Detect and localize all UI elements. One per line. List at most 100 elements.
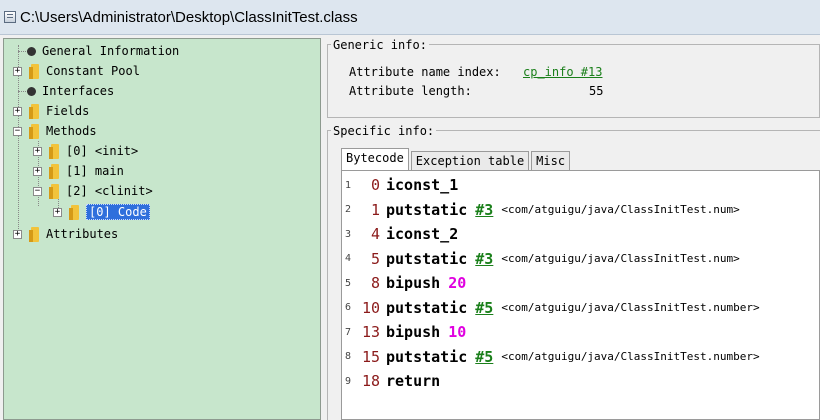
expand-icon[interactable]: + (33, 166, 42, 176)
attribute-name-index-label: Attribute name index: (349, 65, 501, 79)
folder-icon (28, 123, 42, 139)
opcode: putstatic (386, 347, 468, 366)
expand-icon[interactable]: + (53, 207, 62, 217)
line-number: 4 (344, 253, 352, 264)
opcode: putstatic (386, 298, 468, 317)
tab-bar: Bytecode Exception table Misc (341, 148, 572, 170)
immediate-operand: 10 (448, 323, 467, 341)
opcode: putstatic (386, 249, 468, 268)
opcode: iconst_1 (386, 176, 459, 194)
constant-pool-ref-link[interactable]: #3 (475, 201, 493, 219)
line-number: 9 (344, 375, 352, 387)
tree-item-label: Fields (46, 104, 90, 118)
bytecode-line: 4 5 putstatic #3 <com/atguigu/java/ClassInit… (342, 248, 740, 270)
tree-item-constant-pool[interactable]: + Constant Pool (13, 62, 140, 80)
instruction-offset: 15 (361, 347, 380, 366)
line-number: 7 (344, 326, 352, 338)
opcode: bipush (386, 323, 441, 341)
instruction-offset: 18 (361, 372, 380, 390)
class-structure-tree[interactable]: General Information + Constant Pool Inte… (3, 38, 321, 420)
tree-item-label: Attributes (46, 227, 119, 241)
bytecode-line: 7 13 bipush 10 (342, 321, 466, 343)
expand-icon[interactable]: + (13, 66, 22, 76)
opcode: return (386, 372, 441, 390)
window-title: C:\Users\Administrator\Desktop\ClassInit… (20, 8, 358, 26)
tab-misc[interactable]: Misc (531, 151, 571, 170)
bytecode-line: 8 15 putstatic #5 <com/atguigu/java/ClassIni… (342, 346, 760, 368)
generic-info-title: Generic info: (331, 38, 429, 52)
instruction-offset: 13 (361, 323, 380, 341)
bytecode-line: 9 18 return (342, 370, 440, 392)
instruction-offset: 10 (361, 298, 380, 317)
opcode: putstatic (386, 200, 468, 219)
line-number: 2 (344, 204, 352, 215)
line-number: 3 (344, 228, 352, 240)
folder-icon (68, 204, 82, 220)
instruction-offset: 5 (370, 249, 380, 268)
folder-icon (48, 143, 62, 159)
tree-item-method-main[interactable]: + [1] main (33, 162, 124, 180)
tree-item-code[interactable]: + [0] Code (53, 203, 150, 221)
operand-comment: <com/atguigu/java/ClassInitTest.number> (501, 350, 760, 363)
constant-pool-ref-link[interactable]: #3 (475, 250, 493, 268)
tree-item-fields[interactable]: + Fields (13, 102, 89, 120)
tree-item-label: Interfaces (42, 84, 115, 98)
tree-item-attributes[interactable]: + Attributes (13, 225, 118, 243)
tree-item-label: [1] main (66, 164, 124, 178)
bytecode-line: 2 1 putstatic #3 <com/atguigu/java/ClassInit… (342, 199, 740, 221)
tree-item-method-clinit[interactable]: − [2] <clinit> (33, 182, 153, 200)
detail-pane: Generic info: Attribute name index: cp_i… (327, 38, 820, 420)
bytecode-line: 3 4 iconst_2 (342, 223, 458, 245)
tab-bytecode[interactable]: Bytecode (341, 148, 409, 170)
folder-icon (28, 226, 42, 242)
title-bar: C:\Users\Administrator\Desktop\ClassInit… (0, 0, 820, 35)
expand-icon[interactable]: + (13, 229, 22, 239)
tree-item-interfaces[interactable]: Interfaces (13, 82, 114, 100)
constant-pool-ref-link[interactable]: #5 (475, 299, 493, 317)
folder-icon (48, 163, 62, 179)
operand-comment: <com/atguigu/java/ClassInitTest.num> (501, 203, 740, 216)
operand-comment: <com/atguigu/java/ClassInitTest.num> (501, 252, 740, 265)
instruction-offset: 4 (370, 225, 380, 243)
expand-icon[interactable]: + (33, 146, 42, 156)
bytecode-line: 1 0 iconst_1 (342, 174, 458, 196)
instruction-offset: 0 (370, 176, 380, 194)
attribute-length-label: Attribute length: (349, 84, 472, 98)
line-number: 6 (344, 302, 352, 313)
tree-item-label-selected: [0] Code (86, 204, 150, 220)
bullet-icon (27, 46, 36, 56)
instruction-offset: 1 (370, 200, 380, 219)
instruction-offset: 8 (370, 274, 380, 292)
tab-exception-table[interactable]: Exception table (410, 151, 530, 170)
tree-item-method-init[interactable]: + [0] <init> (33, 142, 138, 160)
folder-icon (48, 183, 62, 199)
tree-item-label: Methods (46, 124, 97, 138)
bytecode-line: 5 8 bipush 20 (342, 272, 466, 294)
tree-item-label: General Information (42, 44, 180, 58)
line-number: 1 (344, 179, 352, 191)
tree-item-label: Constant Pool (46, 64, 140, 78)
line-number: 5 (344, 277, 352, 289)
app-icon (4, 11, 16, 23)
tree-item-methods[interactable]: − Methods (13, 122, 97, 140)
bytecode-listing[interactable]: 1 0 iconst_1 2 1 putstatic #3 <com/atguigu/java… (341, 170, 820, 420)
bytecode-line: 6 10 putstatic #5 <com/atguigu/java/ClassIni… (342, 297, 760, 319)
attribute-length-value: 55 (589, 84, 604, 98)
folder-icon (28, 63, 42, 79)
bullet-icon (27, 86, 36, 96)
constant-pool-ref-link[interactable]: #5 (475, 348, 493, 366)
specific-info-title: Specific info: (331, 124, 437, 138)
tree-item-label: [2] <clinit> (66, 184, 153, 198)
folder-icon (28, 103, 42, 119)
generic-info-group (327, 44, 820, 118)
attribute-name-index-link[interactable]: cp_info #13 (523, 65, 602, 79)
expand-icon[interactable]: + (13, 106, 22, 116)
tree-item-general-information[interactable]: General Information (13, 42, 179, 60)
collapse-icon[interactable]: − (13, 126, 22, 136)
collapse-icon[interactable]: − (33, 186, 42, 196)
opcode: bipush (386, 274, 441, 292)
operand-comment: <com/atguigu/java/ClassInitTest.number> (501, 301, 760, 314)
immediate-operand: 20 (448, 274, 467, 292)
tree-item-label: [0] <init> (66, 144, 139, 158)
opcode: iconst_2 (386, 225, 459, 243)
